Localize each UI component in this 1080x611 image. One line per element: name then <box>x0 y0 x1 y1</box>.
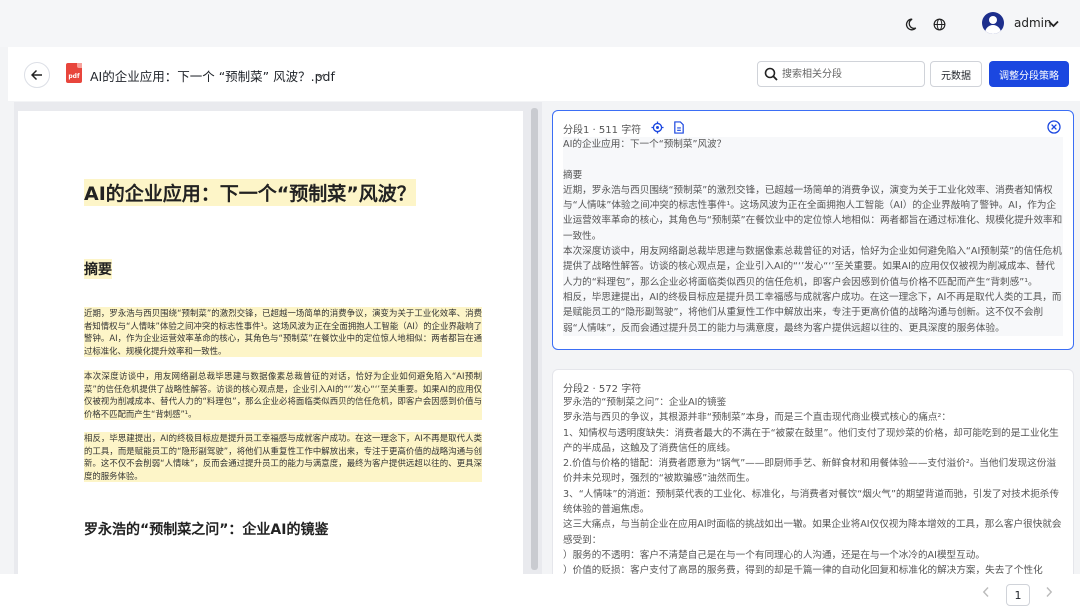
close-icon[interactable] <box>1047 120 1061 134</box>
title-chevron-down-icon[interactable] <box>316 68 325 82</box>
pdf-paragraph: 相反，毕思建提出，AI的终极目标应是提升员工幸福感与成就客户成功。在这一理念下，… <box>84 432 482 482</box>
pdf-abstract-heading: 摘要 <box>84 259 112 279</box>
pdf-section-heading: 罗永浩的“预制菜之问”：企业AI的镜鉴 <box>84 522 329 538</box>
segment-content: AI的企业应用：下一个“预制菜”风波？ 摘要 近期，罗永浩与西贝围绕“预制菜”的… <box>563 137 1063 336</box>
avatar[interactable] <box>982 12 1004 34</box>
segment-content: 罗永浩的“预制菜之问”：企业AI的镜鉴 罗永浩与西贝的争议，其根源并非“预制菜”… <box>563 397 1062 574</box>
search-input[interactable] <box>782 66 920 83</box>
back-button[interactable] <box>24 62 50 88</box>
segment-card-1[interactable]: 分段1 · 511 字符 AI的企业应用：下一个“预制菜”风波？ 摘要 近期，罗… <box>552 110 1074 350</box>
segment-header: 分段1 · 511 字符 <box>563 125 642 136</box>
username[interactable]: admin <box>1014 16 1052 30</box>
viewer-scrollbar[interactable] <box>531 108 538 570</box>
chevron-right-icon[interactable] <box>1045 586 1053 601</box>
pdf-paragraph: 近期，罗永浩与西贝围绕“预制菜”的激烈交锋，已超越一场简单的消费争议，演变为关于… <box>84 307 482 357</box>
globe-icon[interactable] <box>927 12 951 36</box>
pdf-page: AI的企业应用：下一个“预制菜”风波？ 摘要 近期，罗永浩与西贝围绕“预制菜”的… <box>18 111 523 574</box>
chevron-left-icon[interactable] <box>982 586 990 601</box>
adjust-strategy-button[interactable]: 调整分段策略 <box>989 61 1069 87</box>
segment-header: 分段2 · 572 字符 <box>563 384 642 395</box>
pdf-title: AI的企业应用：下一个“预制菜”风波？ <box>84 179 416 206</box>
segment-list: 分段1 · 511 字符 AI的企业应用：下一个“预制菜”风波？ 摘要 近期，罗… <box>550 102 1080 574</box>
segment-card-2[interactable]: 分段2 · 572 字符 罗永浩的“预制菜之问”：企业AI的镜鉴 罗永浩与西贝的… <box>552 369 1074 574</box>
segment-search[interactable] <box>757 61 925 87</box>
pagination: 1 <box>0 574 1080 611</box>
locate-icon[interactable] <box>651 121 664 134</box>
moon-icon[interactable] <box>898 12 922 36</box>
document-header: pdf AI的企业应用：下一个 “预制菜” 风波？.pdf 元数据 调整分段策略 <box>8 47 1080 101</box>
document-title: AI的企业应用：下一个 “预制菜” 风波？.pdf <box>90 69 335 84</box>
arrow-left-icon <box>31 69 42 81</box>
page-number-button[interactable]: 1 <box>1006 584 1030 606</box>
top-bar: admin <box>0 0 1080 47</box>
pdf-file-icon: pdf <box>66 63 82 83</box>
search-icon <box>764 67 778 84</box>
metadata-button[interactable]: 元数据 <box>930 61 982 87</box>
document-icon[interactable] <box>673 121 686 134</box>
pdf-viewer[interactable]: AI的企业应用：下一个“预制菜”风波？ 摘要 近期，罗永浩与西贝围绕“预制菜”的… <box>14 102 542 574</box>
chevron-down-icon[interactable] <box>1048 17 1059 31</box>
pdf-paragraph: 本次深度访谈中，用友网络副总裁毕思建与数据像素总裁曾征的对话，恰好为企业如何避免… <box>84 370 482 420</box>
